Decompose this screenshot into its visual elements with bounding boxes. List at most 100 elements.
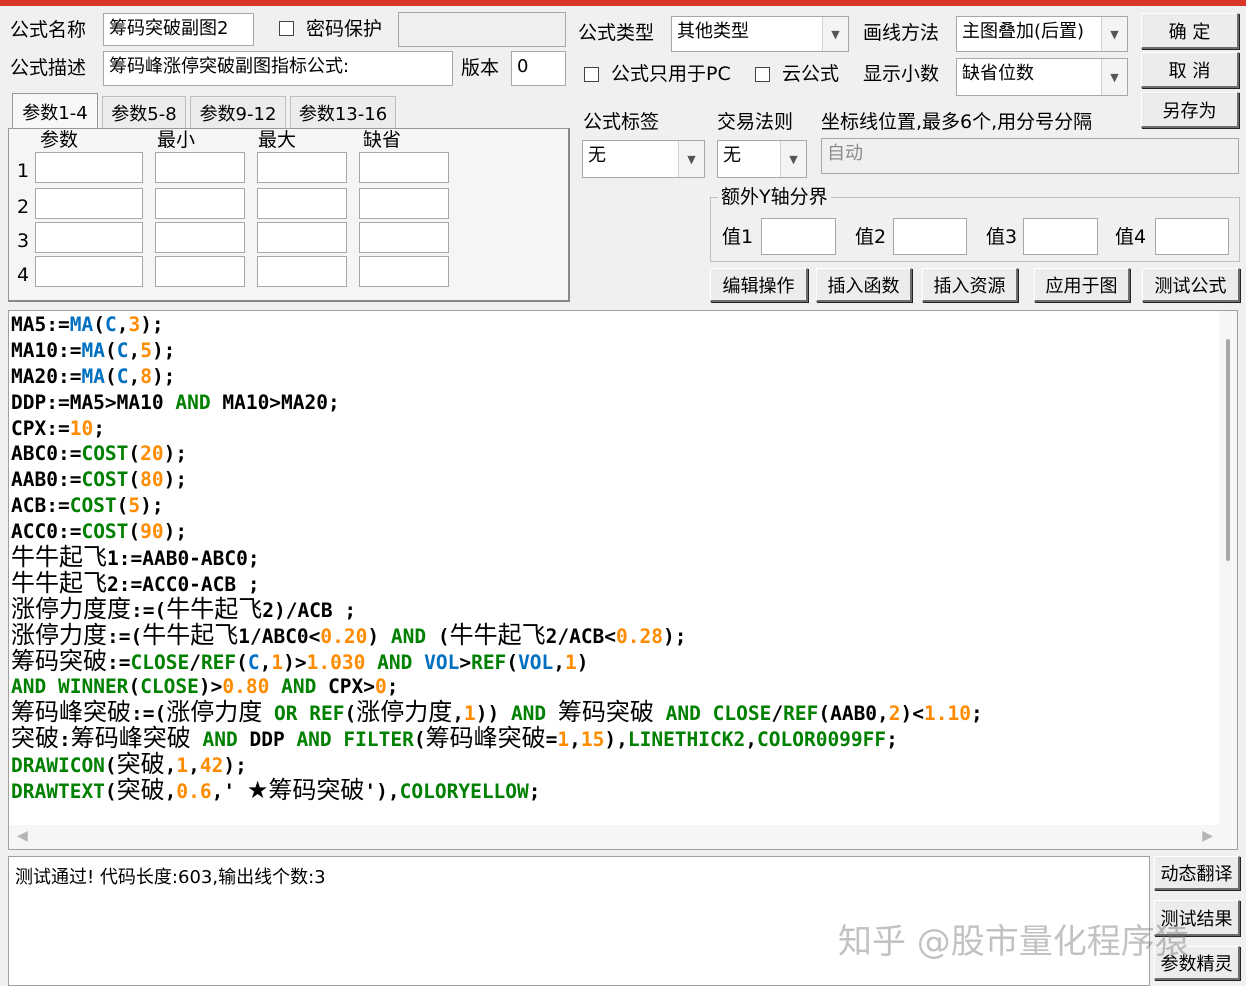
code-token: '), [364, 780, 400, 804]
param-cell-4-4[interactable] [359, 256, 449, 287]
decimal-value: 缺省位数 [962, 63, 1034, 84]
edit-operation-button[interactable]: 编辑操作 [710, 268, 808, 302]
code-token: C [116, 364, 129, 388]
code-token: 0.80 [222, 675, 270, 699]
code-token: MA10:= [11, 338, 82, 362]
insert-resource-button[interactable]: 插入资源 [922, 268, 1018, 302]
tab-params-1-4[interactable]: 参数1-4 [12, 93, 98, 129]
tab-params-9-12[interactable]: 参数9-12 [190, 96, 286, 128]
code-editor[interactable]: MA5:=MA(C,3); MA10:=MA(C,5); MA20:=MA(C,8)… [8, 310, 1238, 850]
scroll-right-icon[interactable]: ▶ [1202, 828, 1213, 844]
apply-to-chart-button[interactable]: 应用于图 [1034, 268, 1130, 302]
vertical-scrollbar[interactable] [1219, 311, 1237, 825]
param-cell-1-3[interactable] [257, 152, 347, 183]
cancel-button[interactable]: 取 消 [1141, 52, 1239, 88]
code-token: OR [273, 702, 298, 726]
param-cell-4-2[interactable] [155, 256, 245, 287]
code-token: 10 [69, 416, 94, 440]
save-as-button[interactable]: 另存为 [1141, 92, 1239, 128]
param-cell-3-1[interactable] [35, 222, 143, 253]
chevron-down-icon[interactable]: ▼ [822, 17, 848, 51]
rule-select[interactable]: 无 ▼ [717, 140, 807, 178]
decimal-select[interactable]: 缺省位数 ▼ [956, 58, 1128, 96]
code-token: 0.6 [176, 780, 212, 804]
chevron-down-icon[interactable]: ▼ [1101, 17, 1127, 51]
dynamic-translate-button[interactable]: 动态翻译 [1154, 856, 1240, 890]
code-token: MA [81, 364, 105, 388]
code-token: 0 [375, 675, 387, 699]
param-cell-1-2[interactable] [155, 152, 245, 183]
code-token: ( [506, 650, 519, 674]
cloud-checkbox[interactable] [755, 67, 770, 82]
insert-function-button[interactable]: 插入函数 [816, 268, 912, 302]
code-token: 20 [140, 442, 164, 466]
param-cell-1-1[interactable] [35, 152, 143, 183]
code-token: C [104, 313, 117, 336]
y-value-1-input[interactable] [761, 218, 836, 255]
code-token: DRAWTEXT [11, 780, 105, 804]
ok-button[interactable]: 确 定 [1141, 13, 1239, 49]
param-cell-3-4[interactable] [359, 222, 449, 253]
code-token: : [59, 728, 71, 752]
chevron-down-icon[interactable]: ▼ [678, 141, 704, 177]
code-token: AND [510, 702, 547, 726]
code-token: )) [475, 702, 511, 726]
formula-type-select[interactable]: 其他类型 ▼ [671, 16, 849, 52]
code-token: CPX> [316, 675, 376, 699]
code-token: ( [128, 520, 141, 544]
code-token: ; [386, 675, 399, 699]
param-cell-3-3[interactable] [257, 222, 347, 253]
horizontal-scrollbar[interactable]: ◀ ▶ [9, 825, 1237, 849]
scroll-left-icon[interactable]: ◀ [17, 828, 28, 844]
y-value-2-input[interactable] [893, 218, 967, 255]
tag-select[interactable]: 无 ▼ [582, 140, 705, 178]
tab-params-13-16[interactable]: 参数13-16 [290, 96, 396, 128]
param-cell-4-3[interactable] [257, 256, 347, 287]
desc-input[interactable]: 筹码峰涨停突破副图指标公式: [103, 51, 453, 86]
code-line: 涨停力度度:=(牛牛起飞2)/ACB ; [11, 594, 983, 623]
param-cell-2-2[interactable] [155, 188, 245, 219]
code-token: ( [128, 442, 141, 466]
code-line: AAB0:=COST(80); [11, 467, 983, 493]
param-cell-4-1[interactable] [35, 256, 143, 287]
tab-params-5-8[interactable]: 参数5-8 [102, 96, 186, 128]
test-formula-button[interactable]: 测试公式 [1142, 268, 1240, 302]
code-token: , [259, 650, 272, 674]
chevron-down-icon[interactable]: ▼ [1101, 59, 1127, 95]
code-token: REF [309, 702, 345, 726]
code-line: 突破:筹码峰突破 AND DDP AND FILTER(筹码峰突破=1,15),… [11, 725, 983, 752]
version-input[interactable]: 0 [511, 51, 566, 86]
code-token: 0.20 [320, 624, 368, 648]
code-token: COST [81, 520, 129, 544]
y-value-2-label: 值2 [855, 226, 887, 248]
code-token: , [745, 728, 757, 752]
y-value-1-label: 值1 [722, 226, 754, 248]
code-token: ); [663, 624, 687, 648]
code-token: / [771, 702, 784, 726]
code-token: 涨停力度度 [11, 594, 131, 623]
param-cell-2-3[interactable] [257, 188, 347, 219]
code-token: , [553, 650, 566, 674]
param-cell-3-2[interactable] [155, 222, 245, 253]
formula-name-input[interactable]: 筹码突破副图2 [103, 13, 254, 46]
code-line: MA5:=MA(C,3); [11, 312, 983, 338]
y-value-3-input[interactable] [1023, 218, 1098, 255]
pc-only-checkbox[interactable] [584, 67, 599, 82]
code-token: LINETHICK2 [627, 728, 746, 752]
password-checkbox[interactable] [279, 21, 294, 36]
draw-method-select[interactable]: 主图叠加(后置) ▼ [956, 16, 1128, 52]
code-token: ) [576, 650, 589, 674]
y-value-4-input[interactable] [1155, 218, 1229, 255]
param-cell-2-1[interactable] [35, 188, 143, 219]
scroll-thumb[interactable] [1226, 339, 1230, 561]
param-cell-1-4[interactable] [359, 152, 449, 183]
code-token: , [164, 780, 177, 804]
param-cell-2-4[interactable] [359, 188, 449, 219]
chevron-down-icon[interactable]: ▼ [780, 141, 806, 177]
param-row-number: 3 [17, 230, 30, 252]
code-token: AND [175, 390, 211, 414]
code-token: )> [198, 675, 223, 699]
